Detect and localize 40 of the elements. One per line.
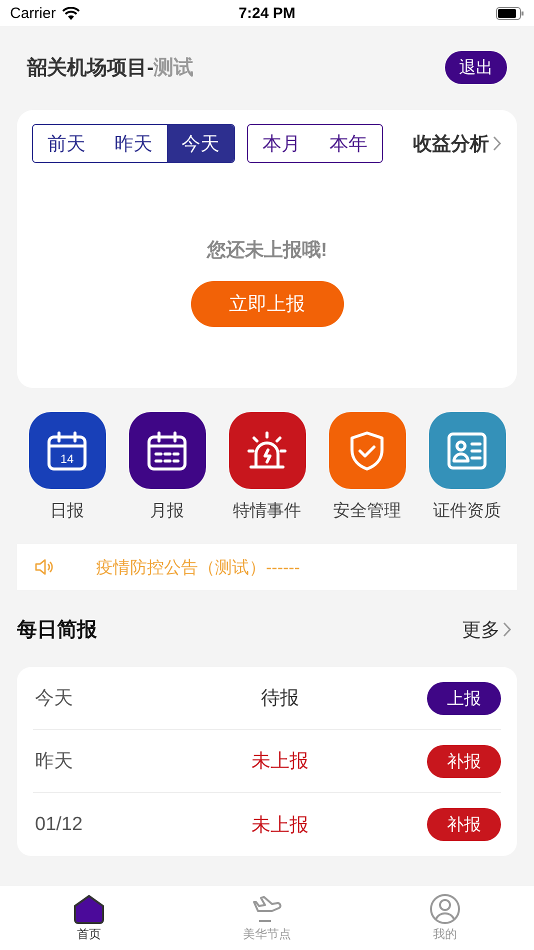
airplane-icon [251,894,283,924]
report-status: 未上报 [250,750,310,774]
more-link[interactable]: 更多 [462,616,512,642]
shortcut-label: 月报 [150,500,184,522]
logout-button[interactable]: 退出 [445,51,507,84]
shortcut-tile[interactable] [428,412,506,489]
section-title: 每日简报 [17,618,97,643]
analysis-link[interactable]: 收益分析 [413,130,502,156]
shortcut-tile[interactable] [128,412,206,489]
report-status: 未上报 [250,814,310,838]
tab-bar-item[interactable]: 首页 [0,886,178,950]
shortcut-tile[interactable] [328,412,406,489]
battery-icon [496,6,524,20]
report-action-button[interactable]: 补报 [427,744,501,778]
report-action-button[interactable]: 上报 [427,682,501,714]
profile-icon [430,894,460,924]
report-status: 待报 [260,687,300,711]
shortcut-label: 日报 [50,500,84,522]
id-card-icon [446,430,488,472]
empty-message: 您还未上报哦! [206,239,328,263]
shortcut-label: 安全管理 [333,500,401,522]
shortcut-label: 特情事件 [233,500,301,522]
chevron-right-icon [503,622,512,637]
project-title: 韶关机场项目-测试 [27,56,194,81]
shortcut-tile[interactable] [228,412,306,489]
alarm-light-icon [246,430,288,472]
calendar-icon [146,430,188,472]
shortcut-tile[interactable]: 14 [28,412,106,489]
chevron-right-icon [493,136,502,151]
home-icon [73,894,105,924]
report-date: 今天 [34,687,74,711]
wifi-icon [62,6,80,20]
report-date: 01/12 [34,814,84,836]
shortcut-label: 证件资质 [433,500,501,522]
clock-time: 7:24 PM [238,4,296,22]
report-action-button[interactable]: 补报 [427,808,501,841]
report-date: 昨天 [34,750,74,774]
period-tab[interactable]: 今天 [167,125,234,162]
speaker-icon [34,557,54,577]
carrier-label: Carrier [10,4,56,22]
